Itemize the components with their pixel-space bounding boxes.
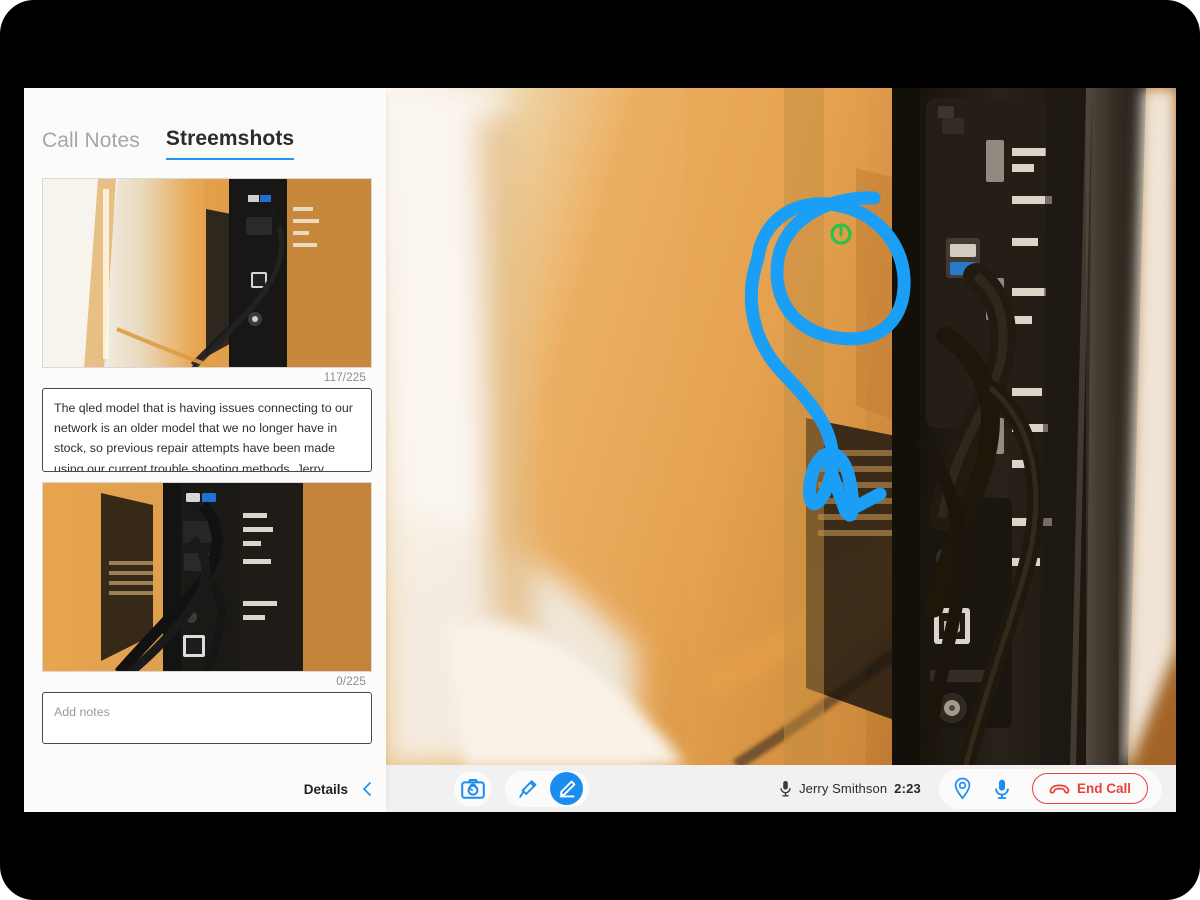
- streemshot-card: 0/225 Add notes: [42, 482, 372, 744]
- tab-call-notes[interactable]: Call Notes: [42, 129, 140, 160]
- tab-streemshots[interactable]: Streemshots: [165, 127, 295, 160]
- call-control-bar: Jerry Smithson 2:23 End Call: [386, 765, 1176, 812]
- call-timer: 2:23: [894, 781, 921, 796]
- annotation-tools-pill: [505, 770, 589, 807]
- laser-pointer-button[interactable]: [511, 772, 544, 805]
- details-label[interactable]: Details: [304, 782, 348, 797]
- streemshot-thumbnail-1[interactable]: [42, 178, 372, 368]
- note-textarea-1[interactable]: The qled model that is having issues con…: [42, 388, 372, 472]
- call-actions-pill: End Call: [938, 768, 1162, 809]
- note-counter-2: 0/225: [336, 676, 366, 688]
- video-stage: Jerry Smithson 2:23 End Call: [386, 88, 1176, 812]
- note-textarea-2[interactable]: Add notes: [42, 692, 372, 744]
- chevron-left-icon[interactable]: [361, 781, 374, 797]
- notes-sidebar: Call Notes Streemshots 117/225 The qled …: [24, 88, 386, 812]
- streemshot-list[interactable]: 117/225 The qled model that is having is…: [24, 160, 386, 812]
- capture-streemshot-button[interactable]: [456, 772, 489, 805]
- speaker-name: Jerry Smithson: [799, 781, 888, 796]
- tv-back-panel-wide-image: [43, 179, 371, 367]
- app-screen: Call Notes Streemshots 117/225 The qled …: [24, 88, 1176, 812]
- end-call-button[interactable]: End Call: [1031, 773, 1148, 804]
- draw-tool-button[interactable]: [550, 772, 583, 805]
- microphone-icon: [779, 780, 792, 797]
- streemshot-thumbnail-2[interactable]: [42, 482, 372, 672]
- details-bar: Details: [24, 766, 386, 812]
- camera-icon: [460, 778, 485, 799]
- location-pin-button[interactable]: [953, 777, 972, 800]
- microphone-icon: [995, 779, 1009, 799]
- mute-mic-button[interactable]: [994, 778, 1010, 800]
- tv-back-panel-close-image: [43, 483, 371, 671]
- streemshot-card: 117/225 The qled model that is having is…: [42, 178, 372, 472]
- capture-pill: [454, 770, 491, 807]
- drawn-annotation-overlay: [744, 191, 911, 522]
- laser-pointer-icon: [518, 779, 536, 798]
- device-frame: Call Notes Streemshots 117/225 The qled …: [0, 0, 1200, 900]
- end-call-label: End Call: [1076, 781, 1131, 796]
- location-pin-icon: [954, 777, 971, 800]
- pen-icon: [559, 780, 575, 797]
- sidebar-tabs: Call Notes Streemshots: [24, 88, 386, 160]
- note-counter-1: 117/225: [323, 372, 366, 384]
- active-speaker: Jerry Smithson 2:23: [779, 780, 921, 797]
- phone-hangup-icon: [1049, 782, 1070, 795]
- live-video-feed[interactable]: [386, 88, 1176, 765]
